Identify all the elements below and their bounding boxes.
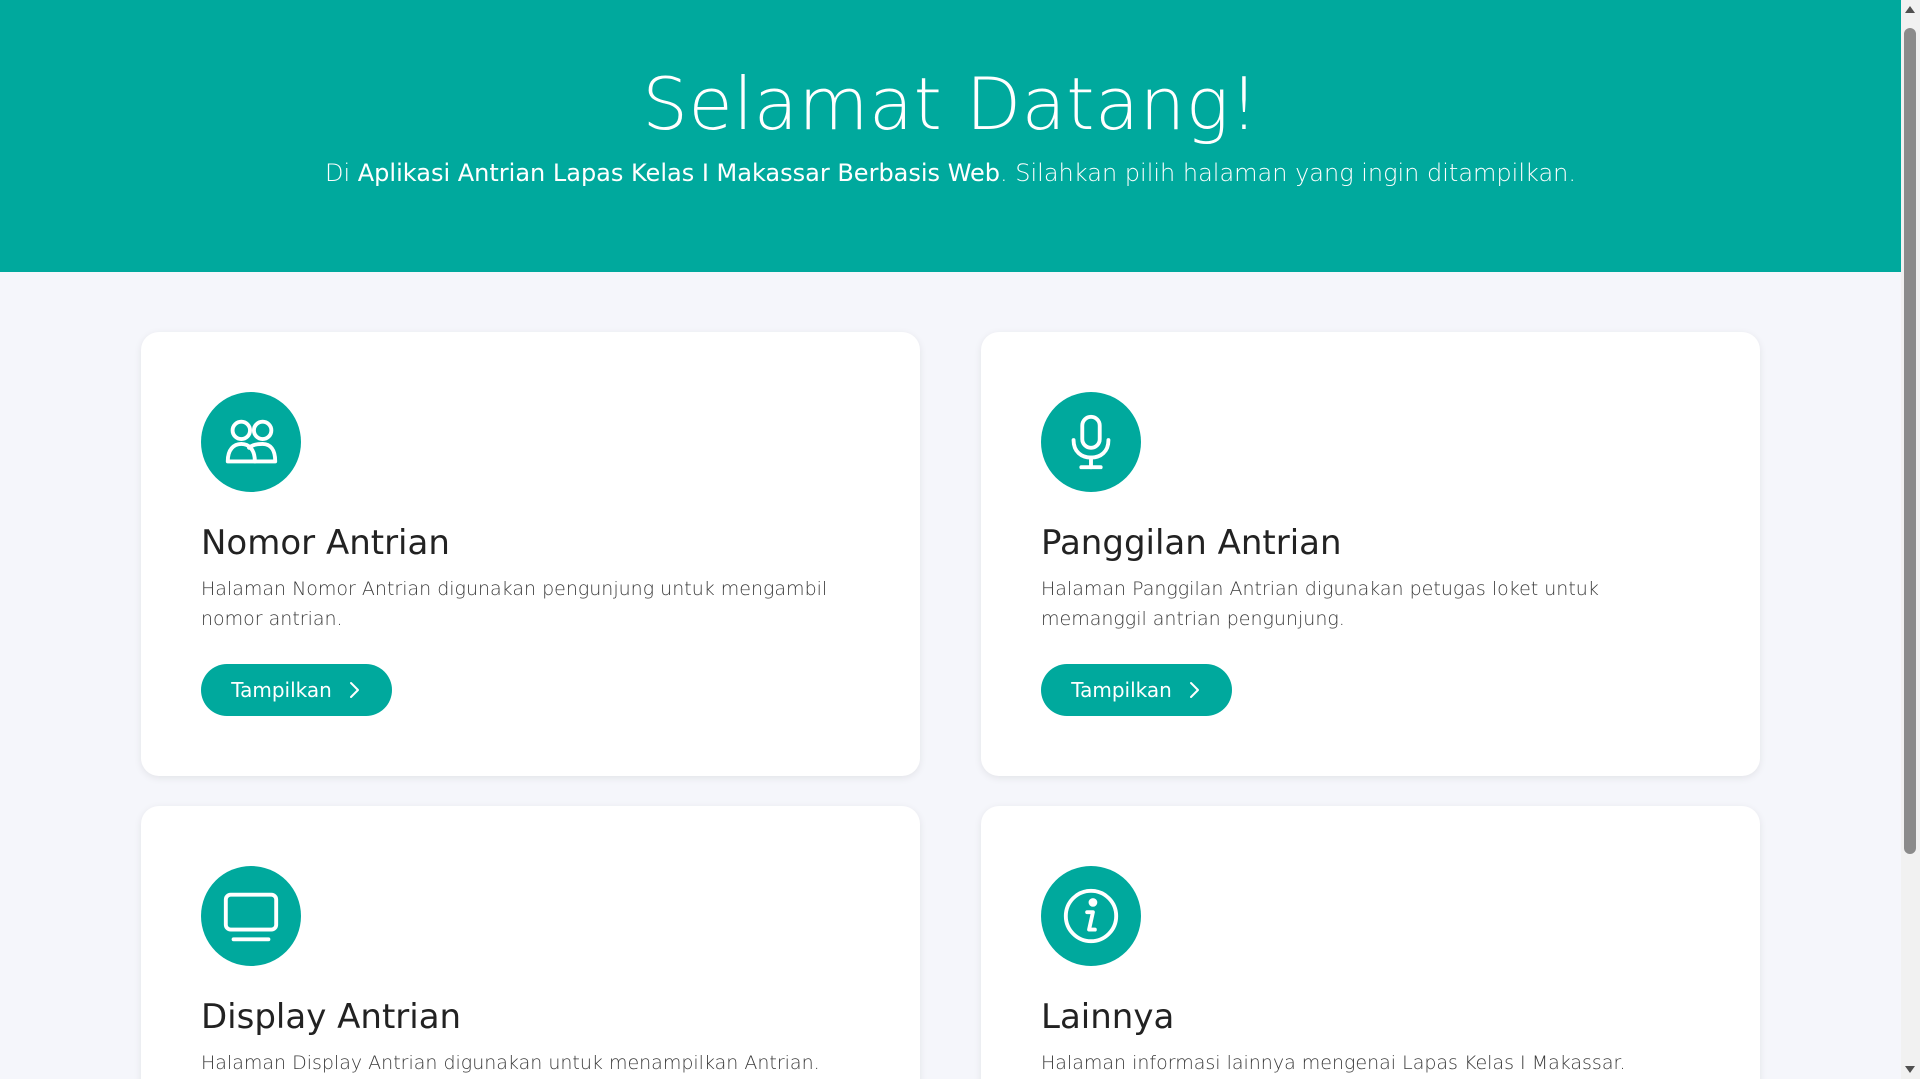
card-description: Halaman Nomor Antrian digunakan pengunju… [201,578,828,630]
card-description: Halaman Panggilan Antrian digunakan petu… [1041,578,1599,630]
hero-subtitle-suffix: . Silahkan pilih halaman yang ingin dita… [1000,159,1577,187]
card-title: Display Antrian [201,997,462,1037]
card-display-antrian: Display Antrian Halaman Display Antrian … [141,806,920,1079]
monitor-icon [201,866,301,966]
card-description: Halaman informasi lainnya mengenai Lapas… [1041,1052,1626,1074]
chevron-right-icon [349,682,359,698]
card-title: Lainnya [1041,997,1175,1037]
tampilkan-nomor-antrian-button[interactable]: Tampilkan [201,664,392,716]
scroll-down-arrow-icon[interactable] [1905,1066,1915,1073]
card-title: Panggilan Antrian [1041,523,1342,563]
card-nomor-antrian: Nomor Antrian Halaman Nomor Antrian digu… [141,332,920,776]
hero-app-name: Aplikasi Antrian Lapas Kelas I Makassar … [357,159,1001,187]
scroll-up-arrow-icon[interactable] [1905,6,1915,13]
page: Selamat Datang! Di Aplikasi Antrian Lapa… [0,0,1920,1079]
button-label: Tampilkan [1071,678,1172,702]
hero-subtitle-prefix: Di [324,159,358,187]
card-lainnya: Lainnya Halaman informasi lainnya mengen… [981,806,1760,1079]
hero-title: Selamat Datang! [642,62,1259,146]
button-label: Tampilkan [231,678,332,702]
hero-subtitle: Di Aplikasi Antrian Lapas Kelas I Makass… [0,156,1901,190]
card-title: Nomor Antrian [201,523,450,563]
chevron-right-icon [1189,682,1199,698]
vertical-scrollbar[interactable] [1901,0,1920,1079]
people-icon [201,392,301,492]
tampilkan-panggilan-antrian-button[interactable]: Tampilkan [1041,664,1232,716]
info-icon [1041,866,1141,966]
hero-banner: Selamat Datang! Di Aplikasi Antrian Lapa… [0,0,1901,272]
scrollbar-thumb[interactable] [1904,28,1916,854]
card-panggilan-antrian: Panggilan Antrian Halaman Panggilan Antr… [981,332,1760,776]
microphone-icon [1041,392,1141,492]
card-description: Halaman Display Antrian digunakan untuk … [201,1052,820,1074]
